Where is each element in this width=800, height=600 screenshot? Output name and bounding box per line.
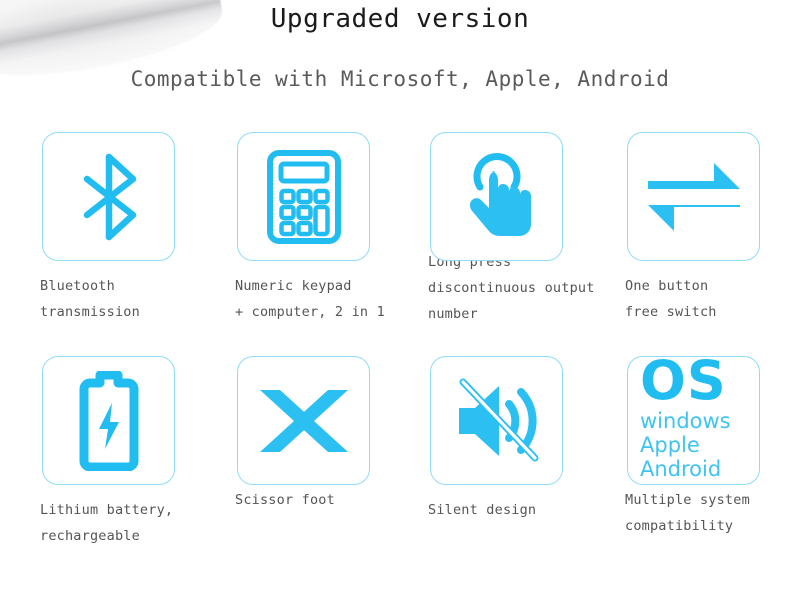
feature-item-bluetooth[interactable]: Bluetooth transmission xyxy=(30,132,225,325)
icon-card xyxy=(42,132,175,261)
icon-card xyxy=(627,132,760,261)
feature-item-multi-system[interactable]: OS windows Apple Android Multiple system… xyxy=(615,353,800,539)
feature-item-lithium-battery[interactable]: Lithium battery, rechargeable xyxy=(30,356,225,549)
os-systems-list: windows Apple Android xyxy=(640,409,731,481)
icon-card xyxy=(42,356,175,485)
scissor-x-icon xyxy=(256,386,352,456)
feature-label: One button free switch xyxy=(625,278,717,320)
feature-item-long-press[interactable]: Long press discontinuous output number xyxy=(418,132,613,327)
os-logo-icon: OS windows Apple Android xyxy=(632,349,772,482)
swap-arrows-icon xyxy=(644,157,744,237)
feature-label: Scissor foot xyxy=(235,492,335,508)
icon-card xyxy=(237,132,370,261)
long-press-hand-icon xyxy=(454,147,540,247)
mute-speaker-icon xyxy=(451,378,543,464)
icon-card: OS windows Apple Android xyxy=(627,353,760,485)
feature-item-numeric-keypad[interactable]: Numeric keypad + computer, 2 in 1 xyxy=(225,132,420,325)
feature-label: Numeric keypad + computer, 2 in 1 xyxy=(235,278,385,320)
battery-charging-icon xyxy=(77,370,141,471)
page-subtitle: Compatible with Microsoft, Apple, Androi… xyxy=(130,67,670,91)
feature-label: Multiple system compatibility xyxy=(625,492,750,534)
feature-item-scissor-foot[interactable]: Scissor foot xyxy=(225,356,420,513)
os-heading: OS xyxy=(640,349,727,412)
feature-label: Silent design xyxy=(428,502,537,518)
feature-label: Bluetooth transmission xyxy=(40,278,140,320)
feature-item-silent-design[interactable]: Silent design xyxy=(418,356,613,523)
bluetooth-icon xyxy=(71,151,147,243)
feature-row: Bluetooth transmission Numeric keypad + … xyxy=(0,132,800,356)
feature-grid: Bluetooth transmission Numeric keypad + … xyxy=(0,132,800,580)
icon-card xyxy=(430,356,563,485)
icon-card xyxy=(430,132,563,261)
feature-item-one-button-switch[interactable]: One button free switch xyxy=(615,132,800,325)
icon-card xyxy=(237,356,370,485)
feature-row: Lithium battery, rechargeable Scissor fo… xyxy=(0,353,800,580)
feature-label: Lithium battery, rechargeable xyxy=(40,502,174,544)
calculator-icon xyxy=(265,148,343,246)
page-title: Upgraded version xyxy=(270,4,530,34)
